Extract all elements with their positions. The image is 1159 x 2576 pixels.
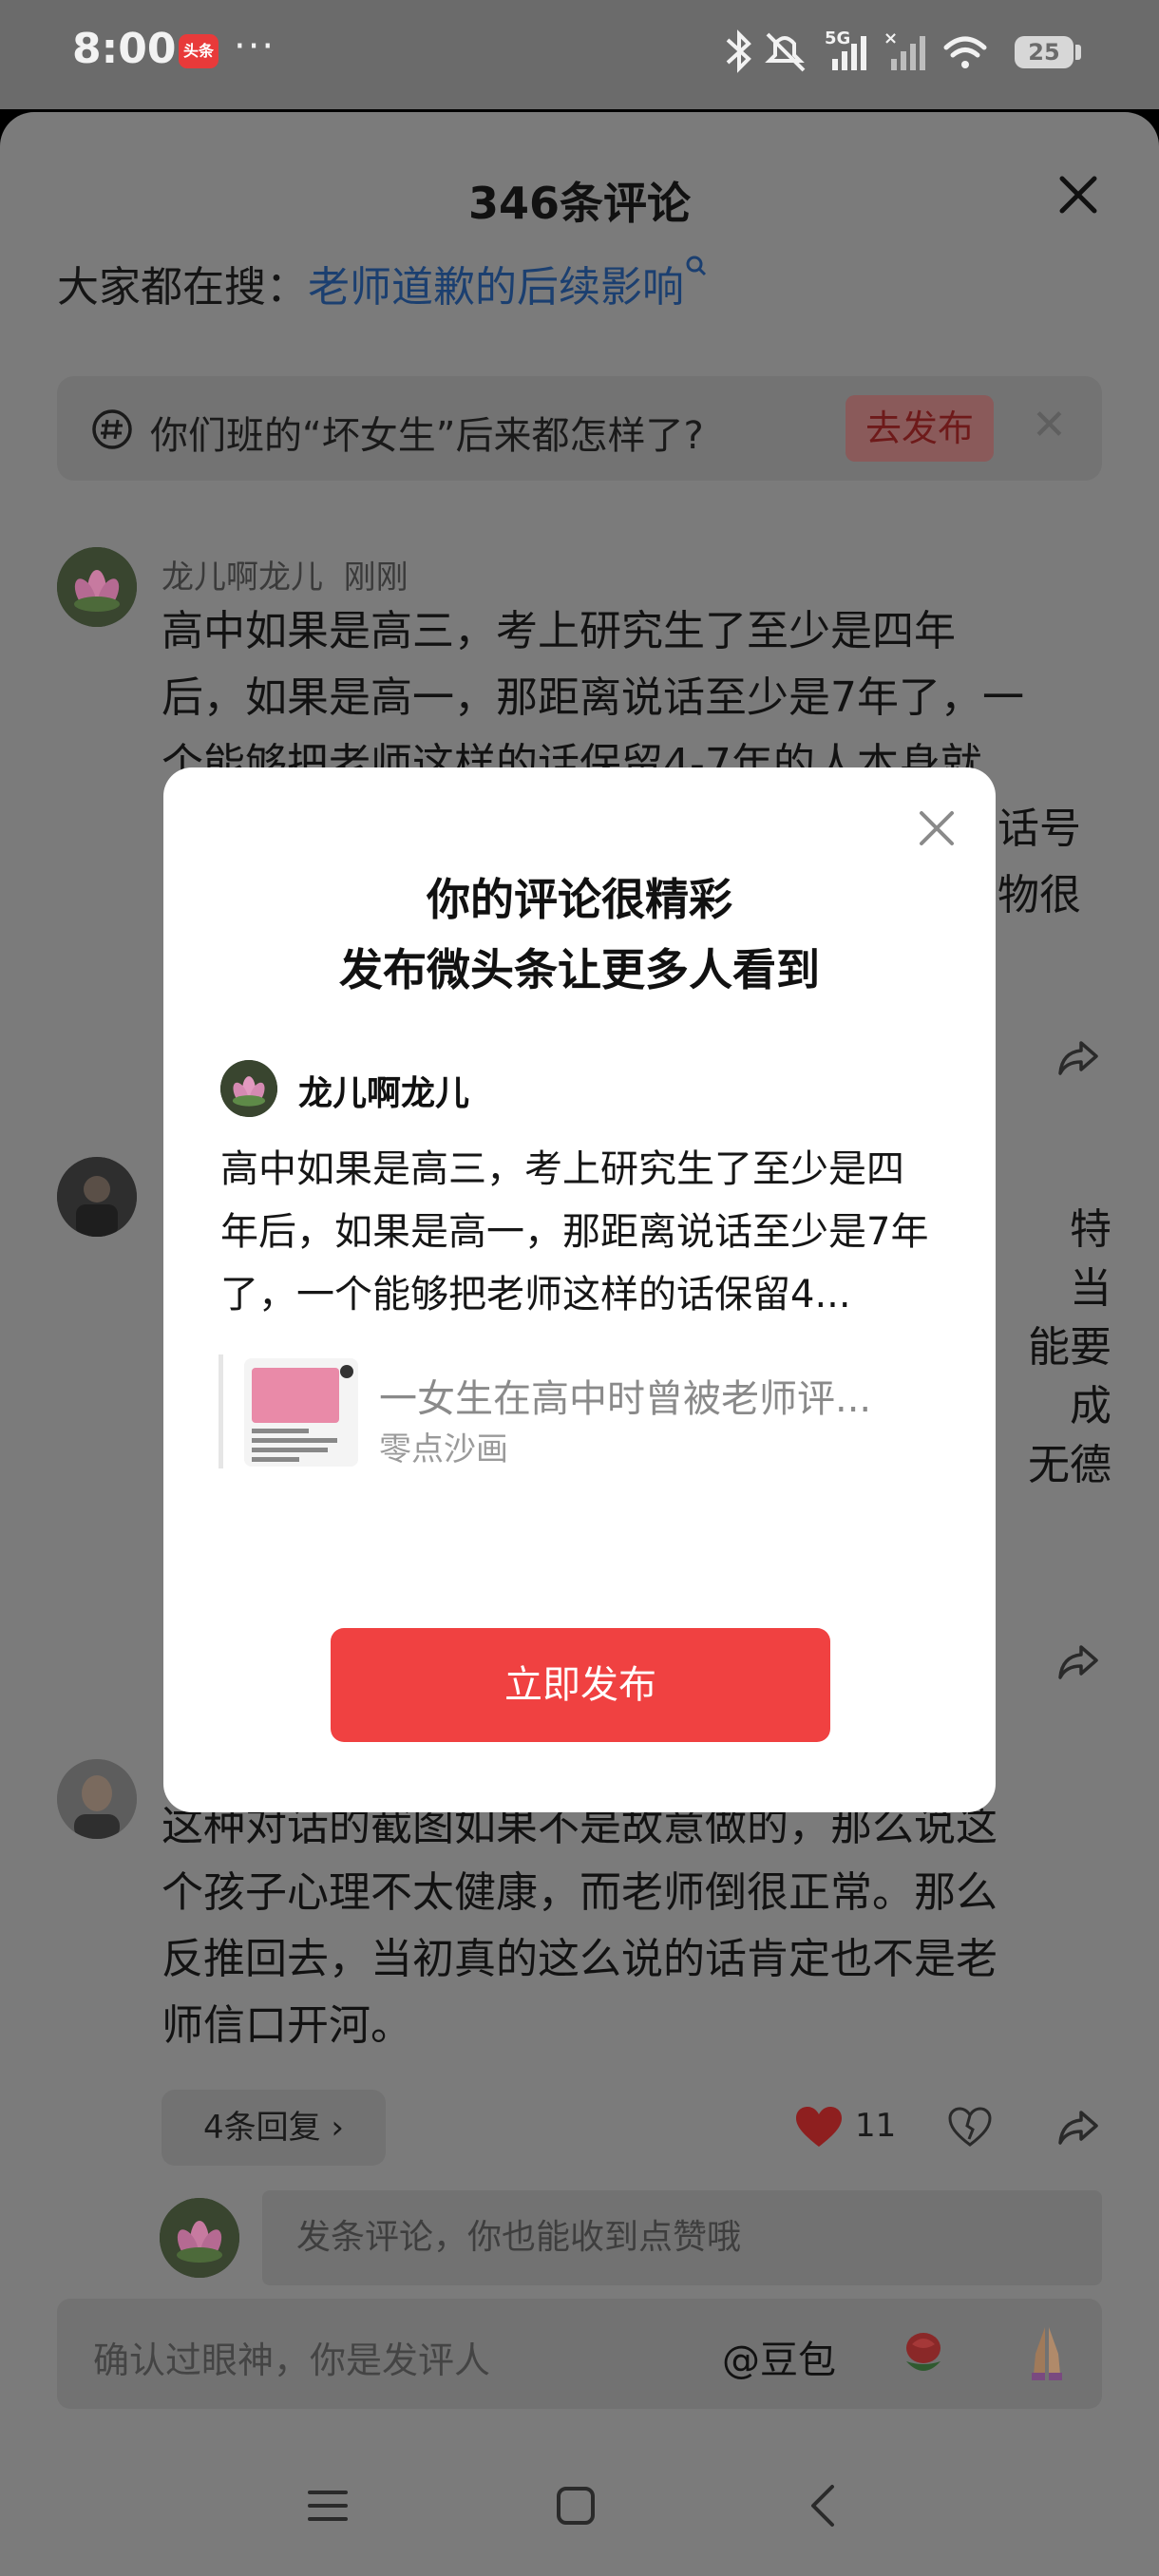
signal-icon: 5G <box>825 28 866 70</box>
comment-input-placeholder[interactable]: 确认过眼神，你是发评人 <box>93 2331 490 2383</box>
lotus-icon <box>160 2198 239 2278</box>
avatar <box>220 1060 277 1117</box>
emoji-rose-icon[interactable] <box>893 2323 954 2384</box>
person-photo <box>57 1157 137 1237</box>
search-link[interactable]: 老师道歉的后续影响 <box>308 263 684 312</box>
share-icon[interactable] <box>1054 2103 1102 2150</box>
like-count: 11 <box>855 2107 897 2145</box>
more-notifications: ··· <box>234 25 276 68</box>
mute-icon <box>765 32 806 72</box>
topic-banner[interactable]: 你们班的“坏女生”后来都怎样了? 去发布 ✕ <box>57 376 1102 481</box>
status-bar: 8:00 头条 ··· 5G × 25 <box>0 0 1159 109</box>
comment-line: 后，如果是高一，那距离说话至少是7年了，一 <box>162 673 1024 722</box>
comment-author[interactable]: 龙儿啊龙儿 刚刚 <box>162 551 408 597</box>
search-suggestion[interactable]: 大家都在搜：老师道歉的后续影响 <box>57 253 709 313</box>
publish-now-button[interactable]: 立即发布 <box>331 1628 830 1742</box>
avatar[interactable] <box>57 547 137 627</box>
status-time: 8:00 <box>72 25 177 73</box>
comment-line: 话号 <box>998 805 1081 853</box>
publish-dialog: 你的评论很精彩 发布微头条让更多人看到 龙儿啊龙儿 高中如果是高三，考上研究生了… <box>163 767 996 1812</box>
search-prefix: 大家都在搜： <box>57 263 308 312</box>
comment-line: 高中如果是高三，考上研究生了至少是四年 <box>162 607 956 655</box>
chat-screenshot-thumbnail <box>244 1358 358 1467</box>
dialog-title-line: 你的评论很精彩 <box>427 874 732 925</box>
bluetooth-icon <box>726 29 751 73</box>
close-icon[interactable] <box>914 805 960 851</box>
comment-time: 刚刚 <box>343 559 408 597</box>
avatar[interactable] <box>57 1157 137 1237</box>
comment-line: 能要 <box>1028 1323 1112 1372</box>
quoted-article-title: 一女生在高中时曾被老师评... <box>379 1377 872 1421</box>
article-thumbnail <box>244 1358 358 1467</box>
battery-icon: 25 <box>1015 36 1074 68</box>
comment-author-name[interactable]: 龙儿啊龙儿 <box>162 559 323 597</box>
mention-doubao-button[interactable]: @豆包 <box>722 2329 836 2384</box>
comment-line: 师信口开河。 <box>162 2001 412 2050</box>
battery-tip <box>1075 45 1081 60</box>
lotus-icon <box>57 547 137 627</box>
app-badge: 头条 <box>179 34 218 68</box>
share-icon[interactable] <box>1054 1033 1102 1081</box>
emoji-pray-icon[interactable] <box>1016 2321 1077 2384</box>
menu-icon[interactable] <box>306 2487 350 2525</box>
quoted-article-source: 零点沙画 <box>379 1430 508 1468</box>
person-photo <box>57 1759 137 1839</box>
svg-text:5G: 5G <box>825 28 850 48</box>
comment-line: 物很 <box>998 871 1081 919</box>
quoted-article: 一女生在高中时曾被老师评... 零点沙画 <box>218 1354 931 1468</box>
svg-text:×: × <box>884 28 898 48</box>
comment-line: 无德 <box>1028 1441 1112 1489</box>
dialog-comment-preview: 高中如果是高三，考上研究生了至少是四年后，如果是高一，那距离说话至少是7年了，一… <box>220 1147 929 1316</box>
comment-line: 成 <box>1070 1382 1112 1430</box>
reply-input[interactable]: 发条评论，你也能收到点赞哦 <box>262 2190 1102 2285</box>
comment-input-bar[interactable]: 确认过眼神，你是发评人 @豆包 <box>57 2299 1102 2409</box>
comment-line: 个孩子心理不太健康，而老师倒很正常。那么 <box>162 1868 998 1917</box>
back-icon[interactable] <box>806 2483 840 2529</box>
comment-fragment: 话号 物很 <box>998 796 1112 929</box>
comment-fragment: 特 当 能要 成 无德 <box>988 1201 1112 1495</box>
system-nav-bar <box>0 2430 1159 2576</box>
comment-line: 当 <box>1070 1264 1112 1313</box>
comment-line: 反推回去，当初真的这么说的话肯定也不是老 <box>162 1935 998 1983</box>
my-avatar <box>160 2198 239 2278</box>
comments-count-title: 346条评论 <box>467 178 692 229</box>
topic-publish-button[interactable]: 去发布 <box>846 395 994 462</box>
dialog-title: 你的评论很精彩 发布微头条让更多人看到 <box>163 864 996 1005</box>
comment-line: 特 <box>1070 1205 1112 1254</box>
dialog-username: 龙儿啊龙儿 <box>298 1074 470 1113</box>
dialog-title-line: 发布微头条让更多人看到 <box>339 944 820 995</box>
topic-text: 你们班的“坏女生”后来都怎样了? <box>150 414 704 458</box>
heart-icon[interactable] <box>794 2105 844 2150</box>
dislike-heart-icon[interactable] <box>946 2105 994 2150</box>
avatar[interactable] <box>57 1759 137 1839</box>
home-icon[interactable] <box>555 2485 597 2527</box>
close-icon[interactable] <box>1054 171 1102 218</box>
share-icon[interactable] <box>1054 1638 1102 1685</box>
lotus-icon <box>220 1060 277 1117</box>
topic-close-icon[interactable]: ✕ <box>1032 401 1067 449</box>
hashtag-icon <box>92 409 132 449</box>
wifi-icon <box>943 36 987 68</box>
comment-text: 这种对话的截图如果不是故意做的，那么说这 个孩子心理不太健康，而老师倒很正常。那… <box>162 1793 1102 2059</box>
view-replies-button[interactable]: 4条回复 › <box>162 2090 386 2166</box>
search-icon <box>686 256 707 276</box>
signal-2-icon: × <box>884 28 925 70</box>
